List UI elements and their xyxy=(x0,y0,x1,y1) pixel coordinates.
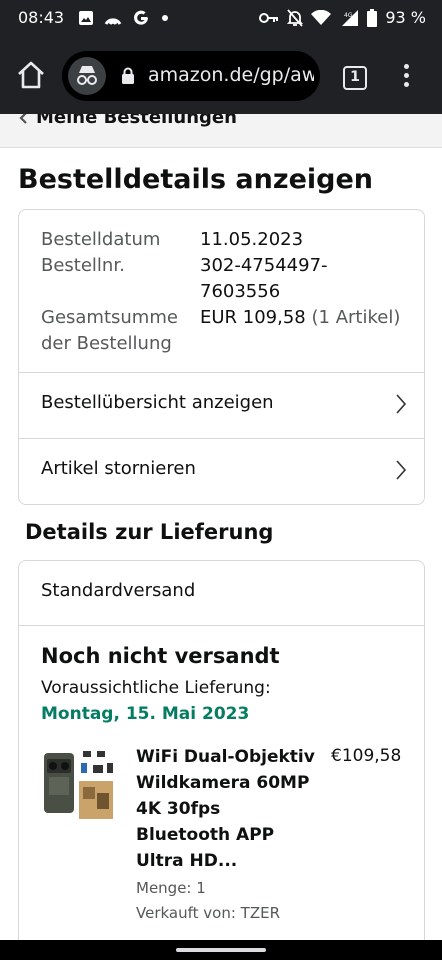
order-info: Bestelldatum 11.05.2023 Bestellnr. 302-4… xyxy=(19,210,424,373)
battery-percent: 93 % xyxy=(385,8,426,27)
home-icon[interactable] xyxy=(14,58,48,92)
product-seller: Verkauft von: TZER xyxy=(136,904,281,922)
order-total-label-1: Gesamtsumme xyxy=(41,307,178,328)
order-total-label-2: der Bestellung xyxy=(41,333,172,354)
cancel-items-label: Artikel stornieren xyxy=(41,458,196,479)
product-title-line: Bluetooth APP xyxy=(136,825,275,845)
image-icon xyxy=(79,11,93,25)
home-gesture-handle[interactable] xyxy=(176,948,266,952)
order-total-count: (1 Artikel) xyxy=(311,307,401,328)
order-overview-label: Bestellübersicht anzeigen xyxy=(41,392,274,413)
order-date-value: 11.05.2023 xyxy=(200,229,304,250)
svg-text:4G: 4G xyxy=(344,12,353,19)
product-quantity: Menge: 1 xyxy=(136,879,206,897)
url-text[interactable]: amazon.de/gp/aw xyxy=(148,64,314,86)
vpn-key-icon xyxy=(259,12,279,23)
browser-toolbar: amazon.de/gp/aw 1 xyxy=(0,36,442,114)
order-number-value-1: 302-4754497- xyxy=(200,255,328,276)
delivery-section-title: Details zur Lieferung xyxy=(25,520,274,544)
battery-icon xyxy=(367,8,378,27)
breadcrumb: Meine Bestellungen xyxy=(0,114,442,148)
cancel-items-link[interactable]: Artikel stornieren xyxy=(19,439,424,504)
system-nav-bar xyxy=(0,940,442,960)
status-left-icons xyxy=(78,9,170,27)
product-title-line: 4K 30fps xyxy=(136,799,221,819)
order-total-amount: EUR 109,58 xyxy=(200,307,306,328)
page-title: Bestelldetails anzeigen xyxy=(18,164,374,195)
chevron-right-icon xyxy=(396,394,407,414)
google-icon xyxy=(134,10,148,25)
status-time: 08:43 xyxy=(18,8,65,27)
order-number-label: Bestellnr. xyxy=(41,255,125,276)
address-bar[interactable]: amazon.de/gp/aw xyxy=(62,51,320,101)
order-date-label: Bestelldatum xyxy=(41,229,161,250)
breadcrumb-label: Meine Bestellungen xyxy=(36,114,237,128)
product-title-line: Ultra HD... xyxy=(136,851,238,871)
signal-icon: 4G xyxy=(342,9,359,26)
product-title[interactable]: WiFi Dual-Objektiv Wildkamera 60MP 4K 30… xyxy=(136,744,316,874)
chevron-right-icon xyxy=(396,460,407,480)
shipping-method: Standardversand xyxy=(41,580,196,601)
shipment-status: Noch nicht versandt xyxy=(41,644,280,668)
status-bar: 08:43 4G 93 % xyxy=(0,0,442,36)
hotspot-icon xyxy=(104,18,122,26)
delivery-divider xyxy=(19,625,424,626)
product-title-line: Wildkamera 60MP xyxy=(136,773,310,793)
eta-date: Montag, 15. Mai 2023 xyxy=(41,704,250,724)
lock-icon xyxy=(122,67,134,84)
order-overview-link[interactable]: Bestellübersicht anzeigen xyxy=(19,373,424,438)
order-number-value-2: 7603556 xyxy=(200,281,281,302)
tab-switcher-button[interactable]: 1 xyxy=(343,66,367,90)
dot-icon xyxy=(162,15,168,21)
order-total-value: EUR 109,58 (1 Artikel) xyxy=(200,305,400,331)
product-title-line: WiFi Dual-Objektiv xyxy=(136,747,315,767)
mute-icon xyxy=(287,8,304,27)
incognito-icon[interactable] xyxy=(68,57,106,95)
product-image[interactable] xyxy=(41,747,117,823)
order-summary-card: Bestelldatum 11.05.2023 Bestellnr. 302-4… xyxy=(18,209,425,505)
product-price: €109,58 xyxy=(331,746,402,766)
eta-label: Voraussichtliche Lieferung: xyxy=(41,678,271,698)
chevron-left-icon xyxy=(19,114,27,124)
status-right: 4G 93 % xyxy=(259,8,426,27)
breadcrumb-link[interactable]: Meine Bestellungen xyxy=(18,114,237,128)
browser-menu-icon[interactable] xyxy=(400,64,412,92)
delivery-card: Standardversand Noch nicht versandt Vora… xyxy=(18,560,425,960)
wifi-icon xyxy=(311,9,332,25)
